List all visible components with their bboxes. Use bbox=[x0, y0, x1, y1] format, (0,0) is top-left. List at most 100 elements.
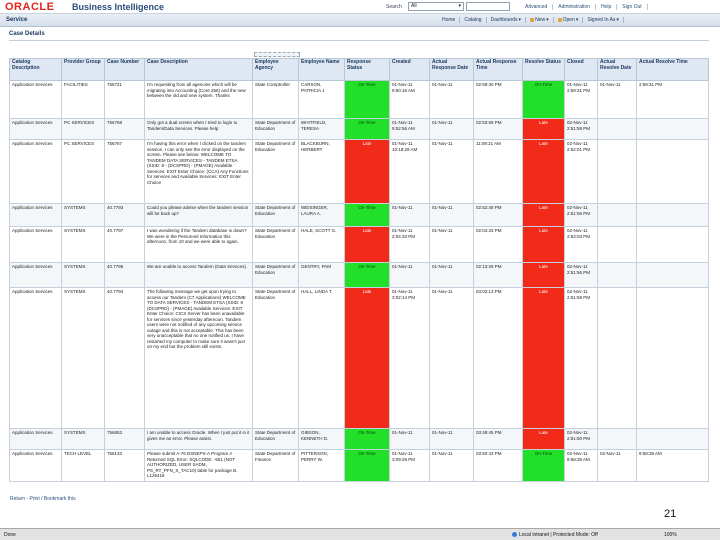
group-cell: SYSTEMS bbox=[61, 226, 105, 263]
created-cell: 01-Nov-11 bbox=[389, 203, 430, 227]
description-cell: We are unable to access Tandem (Data Ser… bbox=[144, 262, 253, 288]
footer-links[interactable]: Return - Print / Bookmark this bbox=[10, 496, 76, 502]
table-row: Application Services SYSTEMS 40.7793 Could … bbox=[9, 203, 709, 227]
employee-cell: BLACKBURN, HERBERT bbox=[298, 139, 345, 204]
column-header[interactable]: Actual Response Date bbox=[429, 58, 474, 81]
nav-open-label: Open bbox=[562, 17, 575, 23]
response-status-cell: On-Time bbox=[344, 203, 390, 227]
nav-bar: Service Home Catalog Dashboards ▾ New ▾ Op… bbox=[0, 14, 720, 27]
resolve-status-cell: Late bbox=[522, 428, 565, 450]
table-row: Application Services PC SERVICES 756767 I'm… bbox=[9, 139, 709, 204]
response-date-cell: 01-Nov-11 bbox=[429, 203, 474, 227]
response-time-cell: 02:13:29 PM bbox=[473, 262, 523, 288]
group-cell: TECH LEVEL bbox=[61, 449, 105, 482]
column-header[interactable]: Case Number bbox=[104, 58, 145, 81]
resolve-status-cell: Late bbox=[522, 262, 565, 288]
agency-cell: State Department of Finance bbox=[252, 449, 299, 482]
case-number-cell: 756758 bbox=[104, 118, 145, 140]
administration-link[interactable]: Administration bbox=[553, 4, 596, 10]
nav-home[interactable]: Home bbox=[438, 17, 461, 23]
case-number-cell: 40.7797 bbox=[104, 226, 145, 263]
description-cell: I am unable to access Oracle. When I jus… bbox=[144, 428, 253, 450]
table-row: Application Services SYSTEMS 40.7797 I was … bbox=[9, 226, 709, 263]
description-cell: I'm requesting from all agencies which w… bbox=[144, 80, 253, 119]
table-row: Application Services SYSTEMS 40.7795 We are… bbox=[9, 262, 709, 288]
column-header[interactable]: Actual Resolve Time bbox=[636, 58, 709, 81]
closed-cell: 02-Nov-11 2:52:03 PM bbox=[564, 226, 598, 263]
resolve-status-cell: On-Time bbox=[522, 80, 565, 119]
resolve-time-cell bbox=[636, 226, 709, 263]
top-links: Advanced Administration Help Sign Out bbox=[520, 4, 648, 10]
response-status-cell: Late bbox=[344, 139, 390, 204]
case-number-cell: 756853 bbox=[104, 428, 145, 450]
nav-dashboards[interactable]: Dashboards ▾ bbox=[487, 17, 527, 23]
resolve-date-cell bbox=[597, 226, 637, 263]
nav-signed-in[interactable]: Signed In As ▾ bbox=[583, 17, 624, 23]
resolve-status-cell: Late bbox=[522, 139, 565, 204]
resolve-date-cell: 01-Nov-11 bbox=[597, 80, 637, 119]
response-status-cell: On-Time bbox=[344, 80, 390, 119]
globe-icon bbox=[512, 532, 517, 538]
case-number-cell: 40.7793 bbox=[104, 203, 145, 227]
column-header[interactable]: Employee Name bbox=[298, 58, 345, 81]
resolve-time-cell: 9:58:38 AM bbox=[636, 449, 709, 482]
employee-cell: HALL, LINDA T. bbox=[298, 287, 345, 429]
sign-out-link[interactable]: Sign Out bbox=[617, 4, 648, 10]
catalog-cell: Application Services bbox=[9, 80, 62, 119]
column-header[interactable]: Actual Resolve Date bbox=[597, 58, 637, 81]
created-cell: 01-Nov-11 3:02:14 PM bbox=[389, 287, 430, 429]
description-cell: Please submit A-76 DSNEPS-A Program A Re… bbox=[144, 449, 253, 482]
search-scope-select[interactable]: All ▾ bbox=[408, 2, 464, 11]
resolve-time-cell bbox=[636, 118, 709, 140]
column-header[interactable]: Catalog Description bbox=[9, 58, 62, 81]
resolve-date-cell bbox=[597, 287, 637, 429]
agency-cell: State Department of Education bbox=[252, 203, 299, 227]
search-input[interactable] bbox=[466, 2, 510, 11]
resolve-date-cell bbox=[597, 139, 637, 204]
employee-cell: HALE, SCOTT G. bbox=[298, 226, 345, 263]
column-header[interactable]: Response Status bbox=[344, 58, 390, 81]
column-header[interactable]: Employee Agency bbox=[252, 58, 299, 81]
help-link[interactable]: Help bbox=[596, 4, 618, 10]
nav-new[interactable]: New ▾ bbox=[526, 17, 554, 23]
description-cell: The following message we get upon trying… bbox=[144, 287, 253, 429]
column-header[interactable]: Provider Group bbox=[61, 58, 105, 81]
oracle-logo: ORACLE bbox=[5, 1, 55, 13]
advanced-link[interactable]: Advanced bbox=[520, 4, 554, 10]
catalog-cell: Application Services bbox=[9, 287, 62, 429]
nav-open[interactable]: Open ▾ bbox=[554, 17, 584, 23]
closed-cell: 02-Nov-11 2:51:56 PM bbox=[564, 262, 598, 288]
zoom-level[interactable]: 100% bbox=[664, 532, 677, 538]
nav-signed-in-label: Signed In As bbox=[587, 17, 616, 23]
column-header[interactable]: Resolve Status bbox=[522, 58, 565, 81]
catalog-cell: Application Services bbox=[9, 449, 62, 482]
response-time-cell: 02:52:49 PM bbox=[473, 203, 523, 227]
case-number-cell: 756721 bbox=[104, 80, 145, 119]
resolve-status-cell: Late bbox=[522, 118, 565, 140]
table-header-row: Catalog Description Provider Group Case … bbox=[9, 58, 709, 81]
column-header[interactable]: Closed bbox=[564, 58, 598, 81]
group-cell: PC SERVICES bbox=[61, 139, 105, 204]
response-time-cell: 11:09:21 AM bbox=[473, 139, 523, 204]
created-cell: 01-Nov-11 2:04:33 PM bbox=[389, 226, 430, 263]
chevron-down-icon: ▾ bbox=[575, 17, 579, 23]
table-row: Application Services SYSTEMS 756853 I am un… bbox=[9, 428, 709, 450]
description-cell: I was wondering if the Tandem database i… bbox=[144, 226, 253, 263]
description-cell: I'm having this error when I clicked on … bbox=[144, 139, 253, 204]
response-time-cell: 02:53:59 PM bbox=[473, 118, 523, 140]
catalog-cell: Application Services bbox=[9, 226, 62, 263]
resolve-time-cell: 2:59:31 PM bbox=[636, 80, 709, 119]
created-cell: 01-Nov-11 bbox=[389, 428, 430, 450]
response-date-cell: 01-Nov-11 bbox=[429, 262, 474, 288]
agency-cell: State Department of Education bbox=[252, 287, 299, 429]
column-header[interactable]: Case Description bbox=[144, 58, 253, 81]
chevron-down-icon: ▾ bbox=[458, 3, 461, 9]
security-zone: Local intranet | Protected Mode: Off bbox=[512, 532, 598, 538]
column-header[interactable]: Actual Response Time bbox=[473, 58, 523, 81]
created-cell: 01-Nov-11 bbox=[389, 262, 430, 288]
case-details-table: Catalog Description Provider Group Case … bbox=[9, 58, 709, 482]
drag-handle[interactable] bbox=[254, 52, 300, 57]
column-header[interactable]: Created bbox=[389, 58, 430, 81]
response-time-cell: 03:02:13 PM bbox=[473, 287, 523, 429]
nav-catalog[interactable]: Catalog bbox=[460, 17, 487, 23]
